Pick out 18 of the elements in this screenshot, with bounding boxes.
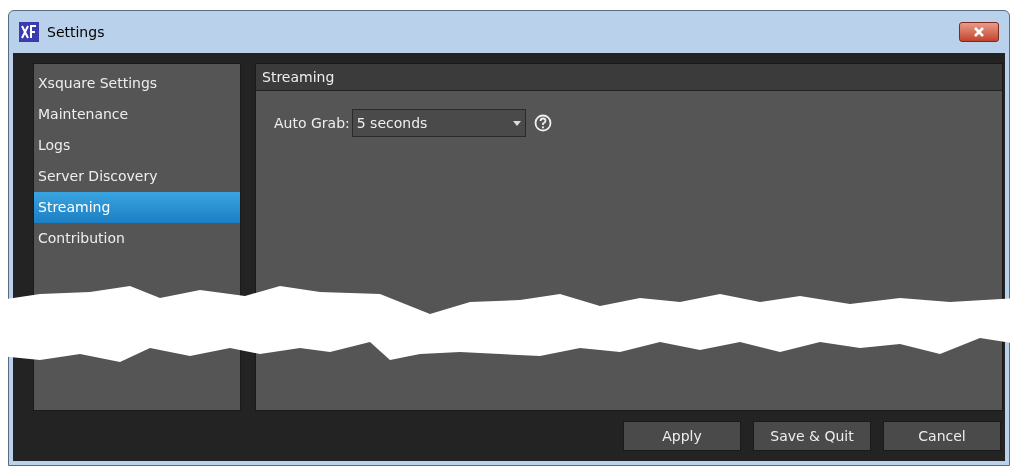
- field-label: Auto Grab:: [274, 113, 350, 133]
- sidebar-item[interactable]: Streaming: [34, 192, 240, 223]
- caret-icon: [512, 120, 521, 126]
- dialog-button[interactable]: Save & Quit: [753, 421, 871, 451]
- close-button[interactable]: [959, 22, 999, 42]
- dialog-button[interactable]: Apply: [623, 421, 741, 451]
- sidebar-item[interactable]: Xsquare Settings: [34, 68, 240, 99]
- window-title: Settings: [47, 22, 105, 42]
- sidebar-item[interactable]: Contribution: [34, 223, 240, 254]
- panel-header: Streaming: [256, 64, 1002, 91]
- sidebar-item[interactable]: Logs: [34, 130, 240, 161]
- help-icon[interactable]: [533, 114, 552, 132]
- app-icon: [19, 22, 39, 42]
- dialog-button[interactable]: Cancel: [883, 421, 1001, 451]
- sidebar-item[interactable]: Maintenance: [34, 99, 240, 130]
- dropdown[interactable]: 5 seconds: [351, 109, 526, 137]
- close-icon: [973, 27, 985, 37]
- sidebar-item[interactable]: Server Discovery: [34, 161, 240, 192]
